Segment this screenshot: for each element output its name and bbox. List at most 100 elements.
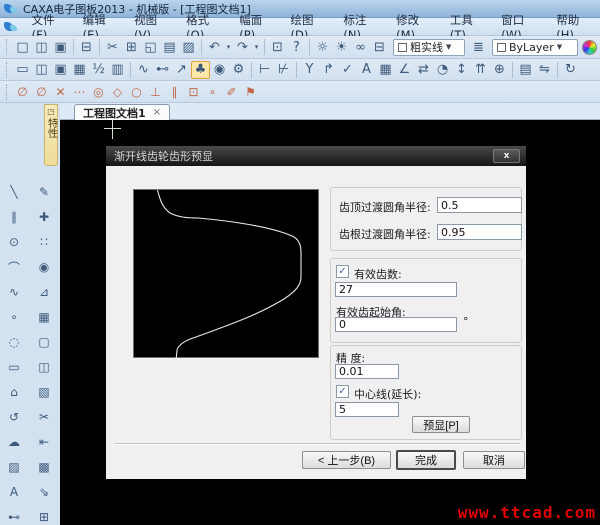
- properties-panel-tab[interactable]: ◳ 特性: [44, 104, 58, 166]
- precision-input[interactable]: [335, 364, 399, 379]
- effective-teeth-input[interactable]: [335, 282, 457, 297]
- regen-icon[interactable]: ↻: [561, 61, 580, 79]
- detail-view-icon[interactable]: ▦: [376, 61, 395, 79]
- toolbar-grip[interactable]: [6, 39, 9, 55]
- chamfer-edge-icon[interactable]: ⇘: [33, 483, 55, 501]
- tip-fillet-input[interactable]: [437, 197, 522, 213]
- fillet-icon[interactable]: ▩: [33, 458, 55, 476]
- break-icon[interactable]: ⊞: [33, 508, 55, 525]
- snap-intersection-icon[interactable]: ✕: [51, 83, 70, 101]
- save-icon[interactable]: ▣: [51, 38, 70, 56]
- brightness-icon[interactable]: ☀: [332, 38, 351, 56]
- plot-icon[interactable]: ⊟: [370, 38, 389, 56]
- datum-icon[interactable]: ⇈: [471, 61, 490, 79]
- text-icon[interactable]: A: [3, 483, 25, 501]
- snap-endpoint-icon[interactable]: ∅: [13, 83, 32, 101]
- dim-linear-icon[interactable]: ⊢: [255, 61, 274, 79]
- new-icon[interactable]: □: [13, 38, 32, 56]
- snap-tangent-icon[interactable]: ○: [127, 83, 146, 101]
- root-fillet-input[interactable]: [437, 224, 522, 240]
- rotate-icon[interactable]: ◉: [33, 258, 55, 276]
- snap-nearest-icon[interactable]: ∘: [203, 83, 222, 101]
- cancel-button[interactable]: 取消: [463, 451, 525, 469]
- document-tab[interactable]: 工程图文档1 ×: [74, 104, 171, 120]
- preview-button[interactable]: 预显[P]: [412, 416, 470, 433]
- sheet-setup-icon[interactable]: ▭: [13, 61, 32, 79]
- tolerance-icon[interactable]: ⊕: [490, 61, 509, 79]
- scale-icon[interactable]: ▢: [33, 333, 55, 351]
- centerline-input[interactable]: [335, 402, 399, 417]
- effective-teeth-checkbox[interactable]: ✓: [336, 265, 349, 278]
- snap-node-icon[interactable]: ⊡: [184, 83, 203, 101]
- move-icon[interactable]: ✚: [33, 208, 55, 226]
- paste-special-icon[interactable]: ▨: [179, 38, 198, 56]
- vertical-dim-icon[interactable]: ↕: [452, 61, 471, 79]
- arrow-tool-icon[interactable]: ↗: [172, 61, 191, 79]
- library-tool-icon[interactable]: ⚙: [229, 61, 248, 79]
- start-angle-input[interactable]: [335, 317, 457, 332]
- block-tool-icon[interactable]: ◉: [210, 61, 229, 79]
- axis-line-icon[interactable]: ⊷: [3, 508, 25, 525]
- centerline-checkbox[interactable]: ✓: [336, 385, 349, 398]
- back-button[interactable]: < 上一步(B): [302, 451, 391, 469]
- layer-on-icon[interactable]: ☼: [313, 38, 332, 56]
- spline-icon[interactable]: ∿: [3, 283, 25, 301]
- color-wheel-icon[interactable]: [582, 39, 597, 55]
- extend-icon[interactable]: ⇤: [33, 433, 55, 451]
- linestyle-dropdown[interactable]: 粗实线 ▼: [393, 38, 465, 56]
- arc-tool-icon[interactable]: ⌒: [3, 258, 25, 276]
- gear-tool-icon[interactable]: ♣: [191, 60, 210, 79]
- arc-dim-icon[interactable]: ◔: [433, 61, 452, 79]
- array-icon[interactable]: ▦: [33, 308, 55, 326]
- snap-parallel-icon[interactable]: ∥: [165, 83, 184, 101]
- cut-icon[interactable]: ✂: [103, 38, 122, 56]
- dialog-titlebar[interactable]: 渐开线齿轮齿形预显: [106, 146, 526, 166]
- line-tool-icon[interactable]: ╲: [3, 183, 25, 201]
- swap-icon[interactable]: ⇄: [414, 61, 433, 79]
- undo-icon[interactable]: ↶: [205, 38, 224, 56]
- circle-tool-icon[interactable]: ⊙: [3, 233, 25, 251]
- sketch-icon[interactable]: ✎: [33, 183, 55, 201]
- spline-tool-icon[interactable]: ∿: [134, 61, 153, 79]
- chamfer-icon[interactable]: Y: [300, 61, 319, 79]
- print-icon[interactable]: ⊟: [77, 38, 96, 56]
- title-block-icon[interactable]: ▣: [51, 61, 70, 79]
- copy-basepoint-icon[interactable]: ◱: [141, 38, 160, 56]
- stretch-icon[interactable]: ◫: [33, 358, 55, 376]
- snap-quadrant-icon[interactable]: ◇: [108, 83, 127, 101]
- trim-icon[interactable]: ✂: [33, 408, 55, 426]
- parallel-line-icon[interactable]: ∥: [3, 208, 25, 226]
- bom-icon[interactable]: ▥: [108, 61, 127, 79]
- match-properties-icon[interactable]: ⇋: [535, 61, 554, 79]
- snap-insert-icon[interactable]: ✐: [222, 83, 241, 101]
- link-icon[interactable]: ∞: [351, 38, 370, 56]
- paste-icon[interactable]: ▤: [160, 38, 179, 56]
- properties-view-icon[interactable]: ▤: [516, 61, 535, 79]
- ellipse-tool-icon[interactable]: ◌: [3, 333, 25, 351]
- help-icon[interactable]: ?: [287, 38, 306, 56]
- finish-button[interactable]: 完成: [396, 450, 456, 470]
- explode-icon[interactable]: ▧: [33, 383, 55, 401]
- polyline-tool-icon[interactable]: ⊷: [153, 61, 172, 79]
- redo-icon[interactable]: ↷: [233, 38, 252, 56]
- point-tool-icon[interactable]: ∘: [3, 308, 25, 326]
- snap-midpoint-icon[interactable]: ∅: [32, 83, 51, 101]
- part-number-icon[interactable]: ½: [89, 61, 108, 79]
- copy-multiple-icon[interactable]: ∷: [33, 233, 55, 251]
- redo-dropdown-icon[interactable]: ▾: [252, 38, 261, 56]
- snap-center-icon[interactable]: ◎: [89, 83, 108, 101]
- open-icon[interactable]: ◫: [32, 38, 51, 56]
- frame-icon[interactable]: ◫: [32, 61, 51, 79]
- revision-cloud-icon[interactable]: ↺: [3, 408, 25, 426]
- leader-icon[interactable]: ↱: [319, 61, 338, 79]
- rectangle-tool-icon[interactable]: ▭: [3, 358, 25, 376]
- cloud-line-icon[interactable]: ☁: [3, 433, 25, 451]
- layer-manager-icon[interactable]: ≣: [469, 38, 488, 56]
- copy-icon[interactable]: ⊞: [122, 38, 141, 56]
- mirror-icon[interactable]: ⊿: [33, 283, 55, 301]
- layer-dropdown[interactable]: ByLayer ▼: [492, 38, 578, 56]
- toolbar-grip[interactable]: [6, 61, 9, 78]
- toolbar-grip[interactable]: [6, 83, 9, 100]
- text-tool-icon[interactable]: A: [357, 61, 376, 79]
- snap-extension-icon[interactable]: ⋯: [70, 83, 89, 101]
